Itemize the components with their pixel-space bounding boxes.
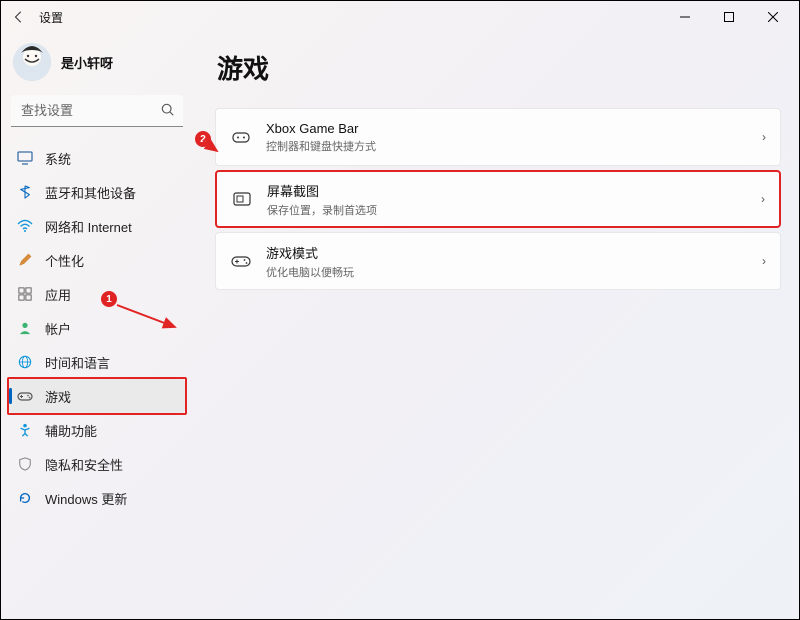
card-title: 屏幕截图 [267, 181, 377, 200]
wifi-icon [17, 218, 33, 234]
card-game-mode[interactable]: 游戏模式优化电脑以便畅玩 › [215, 232, 781, 290]
annotation-badge-1: 1 [101, 291, 117, 307]
search-container [11, 95, 183, 127]
sidebar-item-label: 帐户 [45, 319, 71, 338]
sidebar-item-system[interactable]: 系统 [9, 141, 185, 175]
sidebar-item-label: 网络和 Internet [45, 217, 132, 236]
search-input[interactable] [11, 95, 183, 127]
sidebar-item-network[interactable]: 网络和 Internet [9, 209, 185, 243]
sidebar-item-label: 时间和语言 [45, 353, 110, 372]
capture-icon [231, 188, 253, 210]
apps-icon [17, 286, 33, 302]
chevron-right-icon: › [762, 130, 766, 144]
card-title: Xbox Game Bar [266, 121, 376, 136]
annotation-highlight-sidebar [7, 377, 187, 415]
xbox-icon [230, 126, 252, 148]
card-subtitle: 保存位置，录制首选项 [267, 202, 377, 218]
window-title: 设置 [39, 9, 63, 26]
sidebar-item-label: 游戏 [45, 387, 71, 406]
sidebar-item-accounts[interactable]: 帐户 [9, 311, 185, 345]
nav-list: 系统 蓝牙和其他设备 网络和 Internet 个性化 应用 帐户 时间和语言 … [9, 141, 185, 515]
update-icon [17, 490, 33, 506]
sidebar-item-label: 辅助功能 [45, 421, 97, 440]
globe-icon [17, 354, 33, 370]
page-title: 游戏 [217, 49, 781, 86]
sidebar-item-time-language[interactable]: 时间和语言 [9, 345, 185, 379]
card-title: 游戏模式 [266, 243, 354, 262]
back-button[interactable] [5, 3, 33, 31]
profile-block[interactable]: 是小轩呀 [9, 39, 185, 95]
search-icon [161, 103, 175, 120]
close-button[interactable] [751, 3, 795, 31]
sidebar-item-label: 系统 [45, 149, 71, 168]
sidebar-item-privacy[interactable]: 隐私和安全性 [9, 447, 185, 481]
sidebar-item-label: 蓝牙和其他设备 [45, 183, 136, 202]
sidebar-item-windows-update[interactable]: Windows 更新 [9, 481, 185, 515]
card-xbox-game-bar[interactable]: Xbox Game Bar 控制器和键盘快捷方式 › [215, 108, 781, 166]
chevron-right-icon: › [761, 192, 765, 206]
system-icon [17, 150, 33, 166]
pencil-icon [17, 252, 33, 268]
avatar [13, 43, 51, 81]
gamepad-icon [17, 388, 33, 404]
card-list: Xbox Game Bar 控制器和键盘快捷方式 › 屏幕截图保存位置，录制首选项… [215, 108, 781, 290]
titlebar: 设置 [1, 1, 799, 33]
sidebar-item-accessibility[interactable]: 辅助功能 [9, 413, 185, 447]
sidebar-item-gaming[interactable]: 游戏 [9, 379, 185, 413]
main-panel: 游戏 Xbox Game Bar 控制器和键盘快捷方式 › 屏幕截图保存位置，录制… [193, 33, 799, 619]
minimize-button[interactable] [663, 3, 707, 31]
sidebar-item-label: 个性化 [45, 251, 84, 270]
sidebar-item-bluetooth[interactable]: 蓝牙和其他设备 [9, 175, 185, 209]
shield-icon [17, 456, 33, 472]
annotation-badge-2: 2 [195, 131, 211, 147]
sidebar: 是小轩呀 系统 蓝牙和其他设备 网络和 Internet 个性化 应用 帐户 时… [1, 33, 193, 619]
sidebar-item-label: 应用 [45, 285, 71, 304]
accessibility-icon [17, 422, 33, 438]
sidebar-item-label: Windows 更新 [45, 489, 127, 508]
maximize-button[interactable] [707, 3, 751, 31]
username-label: 是小轩呀 [61, 53, 113, 72]
user-icon [17, 320, 33, 336]
bluetooth-icon [17, 184, 33, 200]
card-subtitle: 控制器和键盘快捷方式 [266, 138, 376, 154]
sidebar-item-apps[interactable]: 应用 [9, 277, 185, 311]
gamemode-icon [230, 250, 252, 272]
sidebar-item-personalization[interactable]: 个性化 [9, 243, 185, 277]
card-captures[interactable]: 屏幕截图保存位置，录制首选项 › [215, 170, 781, 228]
card-subtitle: 优化电脑以便畅玩 [266, 264, 354, 280]
chevron-right-icon: › [762, 254, 766, 268]
sidebar-item-label: 隐私和安全性 [45, 455, 123, 474]
window-controls [663, 3, 795, 31]
